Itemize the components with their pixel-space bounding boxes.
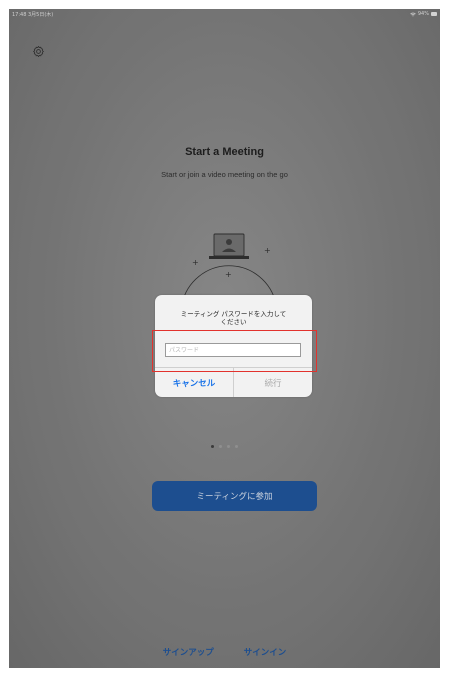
sign-in-link[interactable]: サインイン bbox=[244, 646, 287, 658]
dialog-message: ミーティング パスワードを入力して ください bbox=[163, 310, 304, 326]
dialog-message-line-2: ください bbox=[220, 318, 247, 326]
join-meeting-button[interactable]: ミーティングに参加 bbox=[152, 481, 317, 511]
continue-button[interactable]: 続行 bbox=[234, 368, 312, 397]
dialog-button-row: キャンセル 続行 bbox=[155, 367, 312, 397]
password-dialog: ミーティング パスワードを入力して ください キャンセル 続行 bbox=[155, 295, 312, 397]
page-dot[interactable] bbox=[211, 445, 214, 448]
cancel-button[interactable]: キャンセル bbox=[155, 368, 234, 397]
page-dot[interactable] bbox=[235, 445, 238, 448]
sign-up-link[interactable]: サインアップ bbox=[163, 646, 214, 658]
page-dot[interactable] bbox=[219, 445, 222, 448]
app-screen: 17:48 3月5日(木) 94% Start a Meeting Start … bbox=[9, 9, 440, 668]
dialog-message-line-1: ミーティング パスワードを入力して bbox=[180, 310, 287, 318]
page-indicator bbox=[9, 445, 440, 448]
auth-links: サインアップ サインイン bbox=[9, 646, 440, 658]
password-input[interactable] bbox=[165, 343, 301, 357]
page-dot[interactable] bbox=[227, 445, 230, 448]
